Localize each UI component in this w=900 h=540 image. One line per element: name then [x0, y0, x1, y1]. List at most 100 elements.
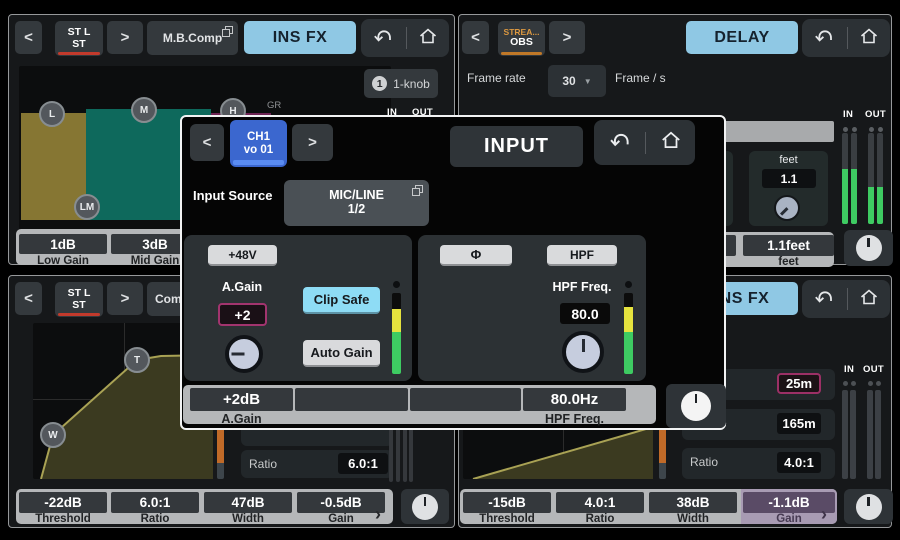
input-source-label: Input Source [193, 188, 285, 204]
home-icon[interactable] [859, 26, 879, 51]
footer-cell-gain-selected[interactable]: -1.1dB Gain › [741, 489, 837, 524]
prev-channel-button[interactable]: < [15, 21, 42, 54]
undo-icon[interactable] [813, 25, 835, 52]
channel-name-2: ST [72, 39, 85, 51]
one-knob-button[interactable]: 1 1-knob [364, 69, 438, 98]
mixer-console-screen: < ST L ST > M.B.Comp INS FX L M H LM GR [0, 0, 900, 540]
footer-value-3[interactable] [410, 388, 521, 411]
meter-peak-dot [869, 127, 874, 132]
feet-unit-label: feet [749, 154, 828, 166]
home-icon[interactable] [660, 129, 682, 156]
input-dialog: < CH1 vo 01 > INPUT Input Source MIC/LIN… [180, 115, 726, 430]
footer-value-ratio[interactable]: 4.0:1 [556, 492, 644, 513]
again-value[interactable]: +2 [218, 303, 267, 326]
footer-value-ratio[interactable]: 6.0:1 [111, 492, 199, 513]
frame-rate-dropdown[interactable]: 30 ▼ [548, 65, 606, 97]
channel-name: ST L [68, 288, 91, 300]
undo-icon[interactable] [813, 286, 835, 313]
param-label: Ratio [690, 455, 718, 469]
auto-gain-button[interactable]: Auto Gain [303, 340, 380, 367]
again-knob[interactable] [225, 335, 263, 373]
handle-low-mid[interactable]: LM [74, 194, 100, 220]
undo-icon[interactable] [608, 128, 632, 157]
footer-value-gain[interactable]: -0.5dB [297, 492, 385, 513]
hpf-knob[interactable] [562, 331, 604, 373]
home-icon[interactable] [859, 287, 879, 312]
out-meter-l [867, 390, 873, 479]
channel-color-bar [58, 313, 100, 317]
knob-icon [856, 494, 882, 520]
channel-name-2: ST [72, 300, 85, 312]
next-channel-button[interactable]: > [549, 21, 585, 54]
footer-value-2[interactable] [295, 388, 408, 411]
frame-rate-unit: Frame / s [615, 71, 687, 85]
meter-peak-dot [868, 381, 873, 386]
channel-select-button[interactable]: STREA... OBS [498, 21, 545, 56]
feet-value[interactable]: 1.1 [762, 169, 816, 188]
footer-value-width[interactable]: 38dB [649, 492, 737, 513]
touch-knob-box[interactable] [844, 489, 893, 524]
handle-threshold[interactable]: T [124, 347, 150, 373]
analog-gain-section: +48V A.Gain +2 Clip Safe Auto Gain [184, 235, 412, 381]
channel-name: CH1 [247, 131, 270, 144]
undo-icon[interactable] [372, 25, 394, 52]
footer-value-again[interactable]: +2dB [190, 388, 293, 411]
knob-icon [681, 391, 711, 421]
delay-feet-box: feet 1.1 [749, 151, 828, 226]
footer-label-feet: feet [743, 257, 834, 269]
nav-box [594, 120, 695, 165]
footer-value-hpf[interactable]: 80.0Hz [523, 388, 626, 411]
handle-mid[interactable]: M [131, 97, 157, 123]
touch-knob-box[interactable] [844, 230, 893, 266]
nav-box [361, 19, 449, 57]
footer-label-again: A.Gain [190, 413, 293, 426]
handle-low[interactable]: L [39, 101, 65, 127]
meter-peak-dot [878, 127, 883, 132]
nav-divider [847, 27, 848, 49]
prev-channel-button[interactable]: < [462, 21, 489, 54]
footer-value-threshold[interactable]: -15dB [463, 492, 551, 513]
channel-select-button[interactable]: ST L ST [55, 282, 103, 317]
param-value-release[interactable]: 165m [777, 413, 821, 434]
next-channel-button[interactable]: > [107, 21, 143, 54]
channel-select-button[interactable]: ST L ST [55, 21, 103, 56]
chevron-right-icon[interactable]: › [821, 505, 827, 523]
hpf-freq-value[interactable]: 80.0 [560, 303, 610, 324]
channel-select-button[interactable]: CH1 vo 01 [230, 120, 287, 167]
footer-value-threshold[interactable]: -22dB [19, 492, 107, 513]
home-icon[interactable] [418, 26, 438, 51]
tab-ins-fx[interactable]: INS FX [244, 21, 356, 54]
channel-color-bar [233, 160, 284, 165]
input-source-button[interactable]: MIC/LINE 1/2 [284, 180, 429, 226]
tab-delay[interactable]: DELAY [686, 21, 798, 54]
touch-knob-box[interactable] [666, 384, 726, 428]
prev-channel-button[interactable]: < [190, 124, 224, 161]
chevron-right-icon[interactable]: › [375, 505, 381, 523]
clip-safe-button[interactable]: Clip Safe [303, 287, 380, 314]
footer-value-width[interactable]: 47dB [204, 492, 292, 513]
param-value[interactable]: 6.0:1 [338, 453, 388, 474]
next-channel-button[interactable]: > [292, 124, 333, 161]
phase-button[interactable]: Φ [440, 245, 512, 266]
plugin-name-button[interactable]: M.B.Comp [147, 21, 238, 55]
out-meter-label: OUT [865, 109, 886, 120]
nav-divider [847, 288, 848, 310]
touch-knob-box[interactable] [401, 489, 449, 524]
hpf-button[interactable]: HPF [547, 245, 617, 266]
prev-channel-button[interactable]: < [15, 282, 42, 315]
nav-box [802, 280, 890, 318]
channel-name-2: vo 01 [244, 144, 273, 157]
meter-peak-dot [625, 281, 632, 288]
footer-label-threshold: Threshold [19, 514, 107, 526]
next-channel-button[interactable]: > [107, 282, 143, 315]
knob-icon [856, 235, 882, 261]
footer-value-feet[interactable]: 1.1feet [743, 235, 834, 256]
again-label: A.Gain [208, 280, 276, 294]
param-value-attack[interactable]: 25m [777, 373, 821, 394]
footer-value-low-gain[interactable]: 1dB [19, 234, 107, 254]
handle-width[interactable]: W [40, 422, 66, 448]
param-value-ratio[interactable]: 4.0:1 [777, 452, 821, 473]
channel-color-bar [58, 52, 100, 56]
delay-knob[interactable] [774, 195, 800, 221]
phantom-48v-button[interactable]: +48V [208, 245, 277, 266]
